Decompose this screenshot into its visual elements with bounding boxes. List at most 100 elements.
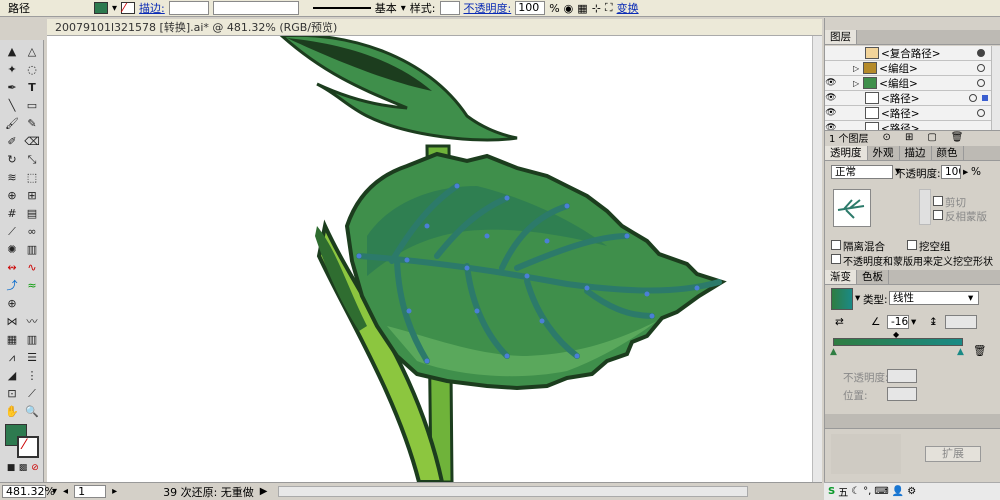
gradient-tool-icon[interactable]: ▤ bbox=[23, 206, 41, 221]
stroke-weight-dropdown[interactable] bbox=[168, 1, 209, 15]
gradient-type-select[interactable]: 线性 bbox=[889, 291, 979, 305]
zoom-tool-icon[interactable]: 🔍 bbox=[23, 404, 41, 419]
artboard-prev-icon[interactable]: ◂ bbox=[63, 486, 68, 497]
transform-link[interactable]: 变换 bbox=[617, 0, 639, 16]
ime-settings-icon[interactable]: ⚙ bbox=[907, 486, 916, 497]
target-icon[interactable] bbox=[977, 79, 985, 87]
rotate-tool-icon[interactable]: ↻ bbox=[3, 152, 21, 167]
type-tool-icon[interactable]: T bbox=[23, 80, 41, 95]
join-tool-icon[interactable]: ⤴ bbox=[3, 278, 21, 293]
aspect-ratio-field[interactable] bbox=[945, 315, 977, 329]
shape-builder-tool-icon[interactable]: ⊕ bbox=[3, 188, 21, 203]
opacity-mask-checkbox[interactable] bbox=[831, 254, 841, 264]
knockout-checkbox[interactable] bbox=[907, 240, 917, 250]
stroke-link[interactable]: 描边: bbox=[139, 0, 165, 16]
recolor-icon[interactable]: ◉ bbox=[564, 2, 574, 15]
align-icon[interactable]: ▦ bbox=[577, 2, 587, 15]
gradient-type-arrow[interactable]: ▾ bbox=[968, 292, 973, 304]
tab-color[interactable]: 颜色 bbox=[932, 146, 964, 160]
curvature-tool-icon[interactable]: ∿ bbox=[23, 260, 41, 275]
expand-button[interactable]: 扩展 bbox=[925, 446, 981, 462]
ime-punctuation-icon[interactable]: °, bbox=[863, 486, 871, 497]
slice-tool-icon[interactable]: ⋮ bbox=[23, 368, 41, 383]
tab-layers[interactable]: 图层 bbox=[825, 30, 857, 44]
stop-location-field[interactable] bbox=[887, 387, 917, 401]
fill-color-swatch[interactable] bbox=[94, 2, 108, 14]
gradient-preview-swatch[interactable] bbox=[831, 288, 853, 310]
target-icon[interactable] bbox=[977, 49, 985, 57]
stroke-color-box[interactable]: ⁄ bbox=[17, 436, 39, 458]
layer-row[interactable]: <复合路径> bbox=[825, 46, 991, 61]
list-tool-icon[interactable]: ☰ bbox=[23, 350, 41, 365]
pathfinder-buttons[interactable] bbox=[831, 434, 901, 474]
artboard-canvas[interactable] bbox=[47, 36, 822, 482]
symbol-sprayer-tool-icon[interactable]: ✺ bbox=[3, 242, 21, 257]
reverse-gradient-icon[interactable]: ⇄ bbox=[835, 316, 844, 328]
tab-stroke[interactable]: 描边 bbox=[900, 146, 932, 160]
free-transform-tool-icon[interactable]: ⬚ bbox=[23, 170, 41, 185]
width-tool-icon[interactable]: ↭ bbox=[3, 260, 21, 275]
smooth-tool-icon[interactable]: ≈ bbox=[23, 278, 41, 293]
ime-logo-icon[interactable]: S bbox=[828, 486, 835, 497]
variable-width-dropdown[interactable] bbox=[212, 1, 299, 15]
crop-tool-icon[interactable]: ⊡ bbox=[3, 386, 21, 401]
zoom-dropdown-arrow[interactable]: ▾ bbox=[52, 486, 57, 497]
gradient-midpoint-icon[interactable]: ◆ bbox=[893, 330, 899, 339]
opacity-field[interactable]: 100 bbox=[941, 165, 961, 179]
chart-tool-icon[interactable]: ▥ bbox=[23, 332, 41, 347]
layer-row[interactable]: 👁 <路径> bbox=[825, 121, 991, 130]
ime-user-icon[interactable]: 👤 bbox=[892, 486, 904, 497]
grid-tool-icon[interactable]: ▦ bbox=[3, 332, 21, 347]
magic-wand-tool-icon[interactable]: ✦ bbox=[3, 62, 21, 77]
opacity-arrow[interactable]: ▸ bbox=[963, 166, 968, 178]
layer-row[interactable]: 👁 <路径> bbox=[825, 106, 991, 121]
gradient-stop-end[interactable]: ▲ bbox=[957, 347, 964, 357]
layer-row[interactable]: ▷ <编组> bbox=[825, 61, 991, 76]
tab-gradient[interactable]: 渐变 bbox=[825, 270, 857, 284]
fill-dropdown-arrow[interactable]: ▾ bbox=[112, 3, 117, 14]
blend-tool-icon[interactable]: ∞ bbox=[23, 224, 41, 239]
vertical-scrollbar[interactable] bbox=[812, 36, 822, 482]
layers-scrollbar[interactable] bbox=[991, 46, 1000, 130]
tab-swatches[interactable]: 色板 bbox=[857, 270, 889, 284]
selection-tool-icon[interactable]: ▲ bbox=[3, 44, 21, 59]
perspective-grid-tool-icon[interactable]: ⊞ bbox=[23, 188, 41, 203]
tab-appearance[interactable]: 外观 bbox=[868, 146, 900, 160]
opacity-link[interactable]: 不透明度: bbox=[464, 0, 512, 16]
eye-icon[interactable]: 👁 bbox=[825, 108, 837, 118]
target-icon[interactable] bbox=[977, 64, 985, 72]
ime-wubi-icon[interactable]: 五 bbox=[838, 484, 848, 499]
status-menu-arrow[interactable]: ▶ bbox=[260, 486, 268, 497]
blend-mode-select[interactable]: 正常 bbox=[831, 165, 893, 179]
pen-tool-icon[interactable]: ✒ bbox=[3, 80, 21, 95]
artboard-field[interactable]: 1 bbox=[74, 485, 107, 498]
mesh-tool-icon[interactable]: # bbox=[3, 206, 21, 221]
line-tool-icon[interactable]: ╲ bbox=[3, 98, 21, 113]
style-dropdown[interactable] bbox=[439, 1, 460, 15]
selection-indicator[interactable] bbox=[982, 95, 988, 101]
ime-keyboard-icon[interactable]: ⌨ bbox=[874, 486, 888, 497]
angle-dropdown-arrow[interactable]: ▾ bbox=[911, 316, 916, 328]
paintbrush-tool-icon[interactable]: 🖌 bbox=[3, 116, 21, 131]
zigzag-tool-icon[interactable]: ⩘ bbox=[3, 350, 21, 365]
isolate-icon[interactable]: ⛶ bbox=[605, 1, 613, 15]
wave-tool-icon[interactable]: 〰 bbox=[23, 314, 41, 329]
eyedropper-tool-icon[interactable]: ⟋ bbox=[3, 224, 21, 239]
scale-tool-icon[interactable]: ⤡ bbox=[23, 152, 41, 167]
delete-layer-icon[interactable]: 🗑 bbox=[951, 132, 964, 143]
none-mode-icon[interactable]: ⊘ bbox=[26, 461, 44, 476]
expand-triangle-icon[interactable]: ▷ bbox=[853, 64, 859, 73]
select-similar-icon[interactable]: ⊹ bbox=[592, 2, 601, 15]
eye-icon[interactable]: 👁 bbox=[825, 93, 837, 103]
horizontal-scrollbar[interactable] bbox=[277, 486, 748, 497]
gradient-stop-start[interactable]: ▲ bbox=[830, 347, 837, 357]
column-graph-tool-icon[interactable]: ▥ bbox=[23, 242, 41, 257]
direct-selection-tool-icon[interactable]: △ bbox=[23, 44, 41, 59]
stroke-color-swatch[interactable]: ⁄ bbox=[121, 1, 136, 15]
knife-tool-icon[interactable]: ⟋ bbox=[23, 386, 41, 401]
layer-row[interactable]: 👁 <路径> bbox=[825, 91, 991, 106]
delete-stop-icon[interactable]: 🗑 bbox=[973, 344, 986, 357]
invert-mask-checkbox[interactable] bbox=[933, 210, 943, 220]
opacity-input[interactable]: 100 bbox=[515, 1, 546, 15]
new-sublayer-icon[interactable]: ⊞ bbox=[905, 132, 913, 143]
